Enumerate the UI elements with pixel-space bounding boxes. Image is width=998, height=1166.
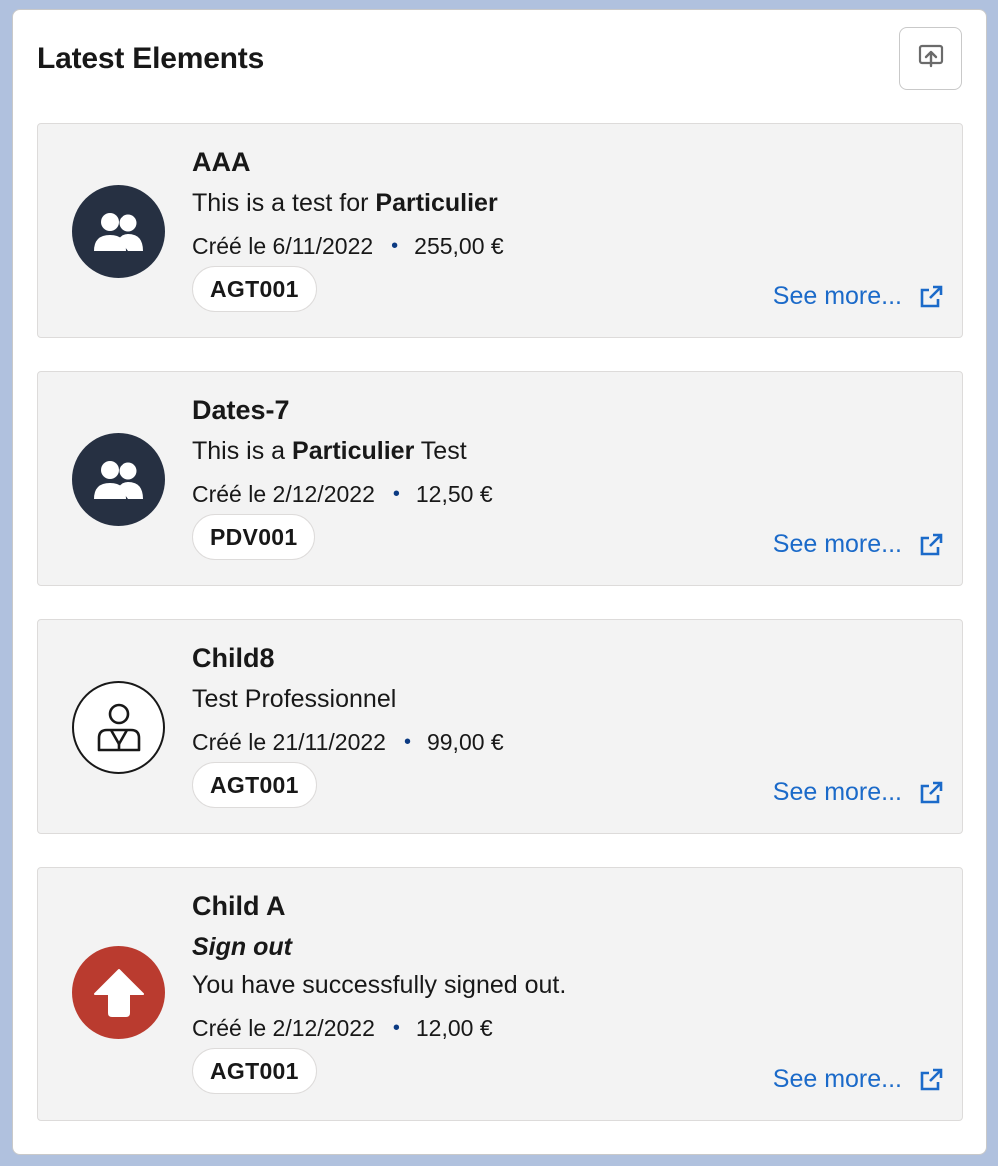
see-more-link[interactable]: See more...: [773, 530, 944, 559]
external-link-icon: [918, 1067, 944, 1093]
item-amount: 12,50 €: [415, 481, 493, 507]
item-badge: PDV001: [192, 514, 316, 560]
external-link-icon: [918, 780, 944, 806]
separator-dot: •: [403, 731, 411, 753]
item-date: Créé le 2/12/2022: [192, 481, 375, 507]
see-more-label: See more...: [772, 778, 902, 806]
item-amount: 99,00 €: [426, 729, 504, 755]
people-icon: [72, 433, 165, 526]
item-meta: Créé le 21/11/2022 • 99,00 €: [192, 722, 942, 762]
item-description: You have successfully signed out.: [192, 971, 567, 999]
external-link-icon: [918, 532, 944, 558]
share-icon: [917, 42, 945, 75]
user-icon: [72, 681, 165, 774]
item-meta: Créé le 2/12/2022 • 12,00 €: [192, 1008, 942, 1048]
see-more-label: See more...: [772, 282, 902, 310]
item-meta: Créé le 2/12/2022 • 12,50 €: [192, 474, 942, 514]
item-title: Child A: [192, 891, 286, 921]
see-more-label: See more...: [772, 1065, 902, 1093]
item-title: Dates-7: [192, 395, 290, 425]
list-item: Child8 Test Professionnel Créé le 21/11/…: [37, 619, 963, 834]
item-description: This is a test for Particulier: [192, 189, 498, 217]
item-description: Test Professionnel: [192, 685, 397, 713]
item-description: This is a Particulier Test: [192, 437, 467, 465]
see-more-link[interactable]: See more...: [773, 778, 944, 807]
item-title: AAA: [192, 147, 251, 177]
people-icon: [72, 185, 165, 278]
see-more-link[interactable]: See more...: [773, 282, 944, 311]
see-more-label: See more...: [772, 530, 902, 558]
share-button[interactable]: [899, 27, 962, 90]
list-item: Child A Sign out You have successfully s…: [37, 867, 963, 1121]
arrow-up-icon: [72, 946, 165, 1039]
item-subtitle: Sign out: [192, 933, 292, 961]
item-date: Créé le 6/11/2022: [192, 233, 374, 259]
separator-dot: •: [391, 235, 399, 257]
item-amount: 255,00 €: [414, 233, 504, 259]
see-more-link[interactable]: See more...: [773, 1065, 944, 1094]
item-title: Child8: [192, 643, 275, 673]
separator-dot: •: [392, 1017, 400, 1039]
separator-dot: •: [392, 483, 400, 505]
latest-elements-card: Latest Elements AAA This is a test for P…: [12, 9, 987, 1155]
item-date: Créé le 2/12/2022: [192, 1015, 375, 1041]
item-date: Créé le 21/11/2022: [192, 729, 386, 755]
list-item: AAA This is a test for Particulier Créé …: [37, 123, 963, 338]
item-badge: AGT001: [192, 762, 317, 808]
item-badge: AGT001: [192, 266, 317, 312]
list-item: Dates-7 This is a Particulier Test Créé …: [37, 371, 963, 586]
card-title: Latest Elements: [37, 42, 265, 75]
external-link-icon: [918, 284, 944, 310]
item-badge: AGT001: [192, 1048, 317, 1094]
item-meta: Créé le 6/11/2022 • 255,00 €: [192, 226, 942, 266]
item-amount: 12,00 €: [415, 1015, 493, 1041]
